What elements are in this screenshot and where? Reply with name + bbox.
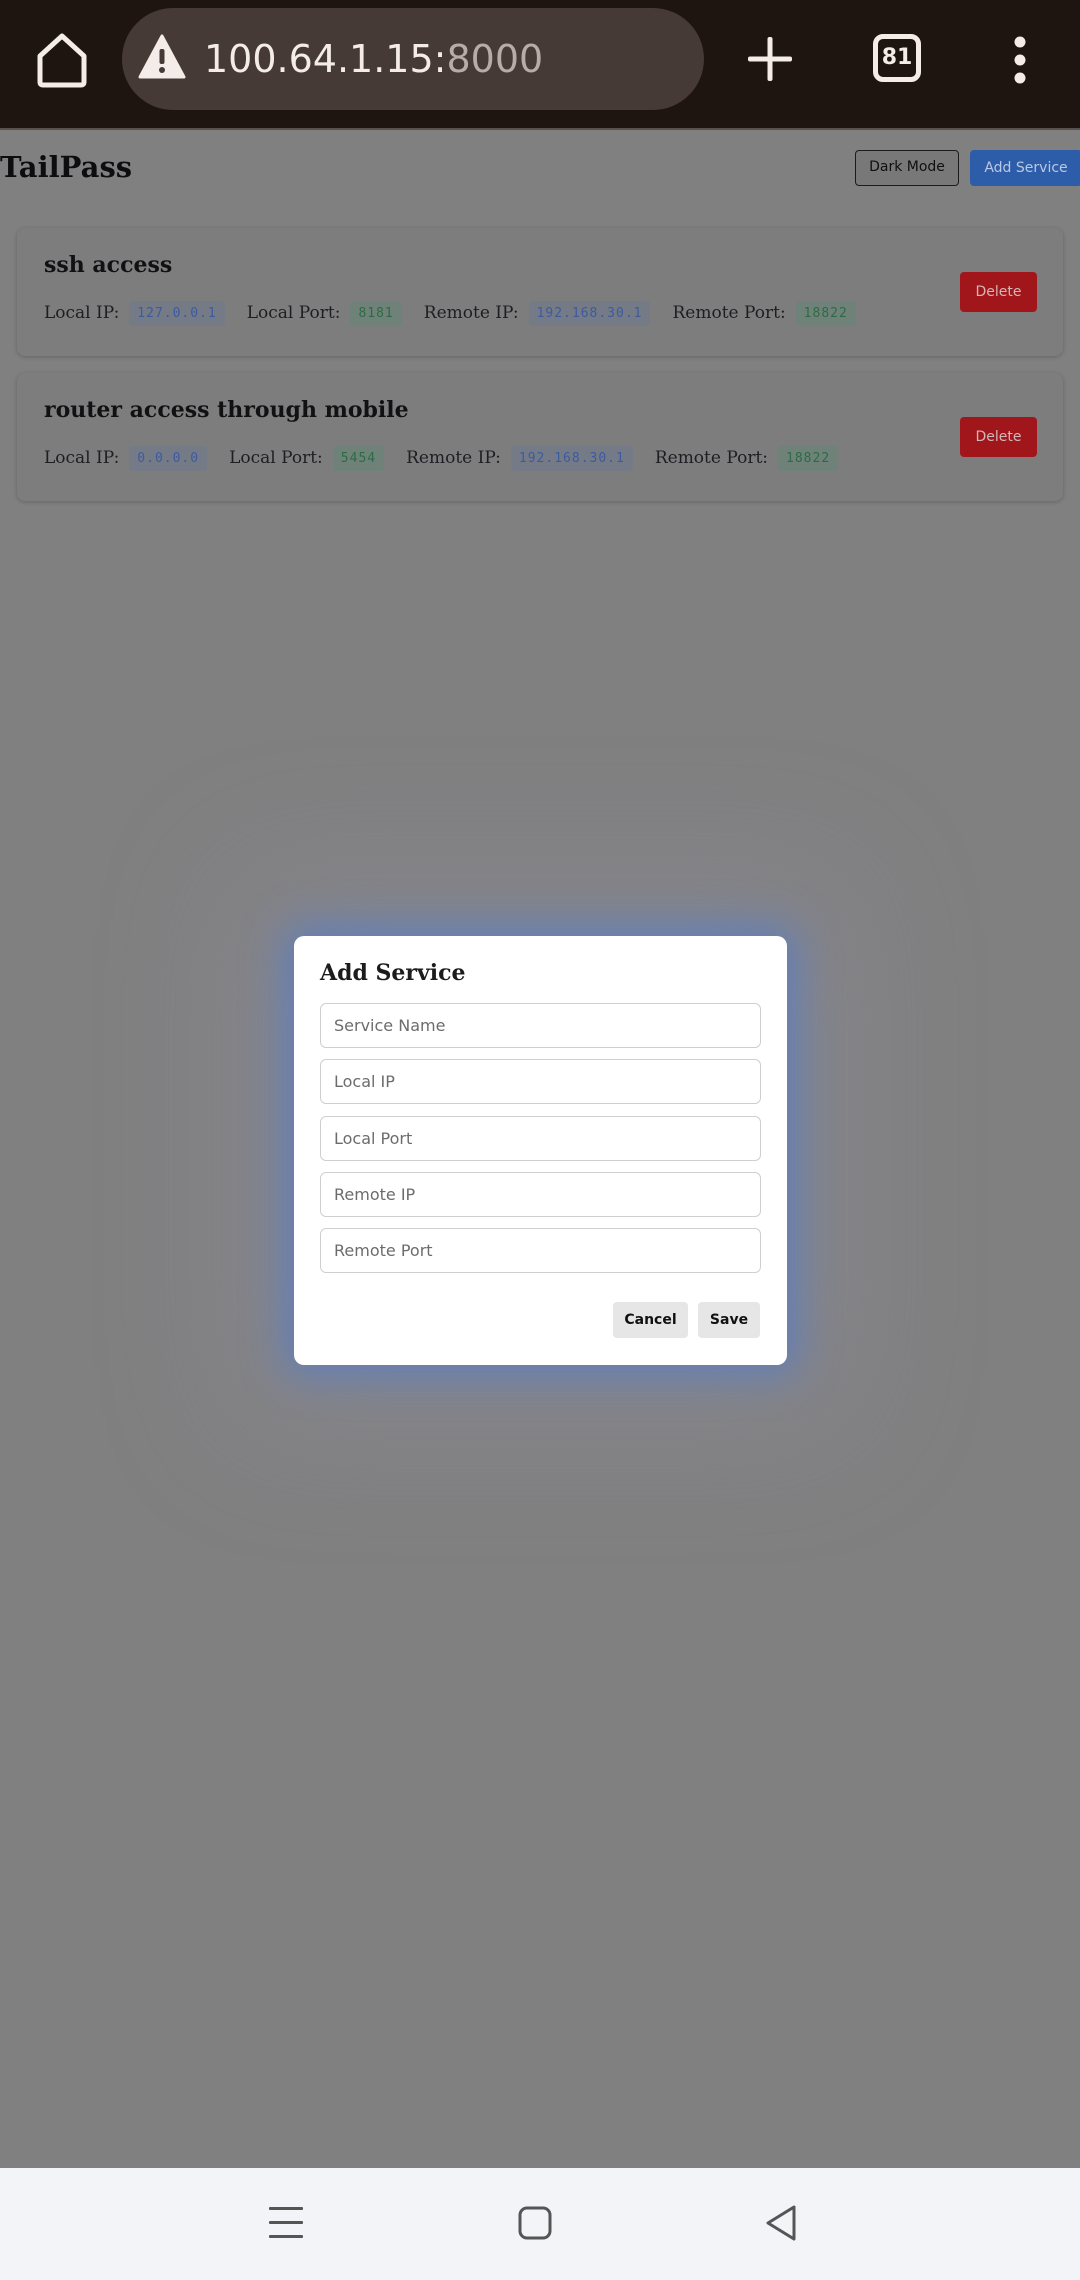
remote-ip-input[interactable] bbox=[320, 1172, 761, 1217]
local-ip-value: 127.0.0.1 bbox=[129, 300, 225, 326]
url-text: 100.64.1.15:8000 bbox=[204, 8, 543, 110]
service-fields: Local IP: 0.0.0.0 Local Port: 5454 Remot… bbox=[44, 443, 860, 473]
url-host: 100.64.1.15: bbox=[204, 37, 447, 81]
recents-icon[interactable] bbox=[268, 2204, 304, 2242]
remote-port-input[interactable] bbox=[320, 1228, 761, 1273]
service-name: ssh access bbox=[44, 252, 173, 278]
app-title: TailPass bbox=[0, 150, 133, 184]
service-fields: Local IP: 127.0.0.1 Local Port: 8181 Rem… bbox=[44, 298, 878, 328]
address-bar[interactable]: 100.64.1.15:8000 bbox=[122, 8, 704, 110]
local-ip-label: Local IP: bbox=[44, 448, 120, 468]
tabs-icon[interactable]: 81 bbox=[873, 34, 921, 82]
modal-title: Add Service bbox=[320, 960, 466, 986]
home-square-icon[interactable] bbox=[518, 2204, 552, 2242]
service-card: ssh access Local IP: 127.0.0.1 Local Por… bbox=[17, 228, 1063, 356]
browser-toolbar: 100.64.1.15:8000 81 bbox=[0, 0, 1080, 130]
remote-ip-value: 192.168.30.1 bbox=[510, 445, 633, 471]
remote-port-value: 18822 bbox=[795, 300, 856, 326]
local-ip-input[interactable] bbox=[320, 1059, 761, 1104]
add-service-modal: Add Service Cancel Save bbox=[294, 936, 787, 1365]
local-port-input[interactable] bbox=[320, 1116, 761, 1161]
url-port: 8000 bbox=[446, 37, 544, 81]
service-name-input[interactable] bbox=[320, 1003, 761, 1048]
dark-mode-button[interactable]: Dark Mode bbox=[855, 150, 959, 186]
service-name: router access through mobile bbox=[44, 397, 409, 423]
warning-icon bbox=[138, 34, 186, 79]
home-icon[interactable] bbox=[30, 28, 94, 92]
add-service-button[interactable]: Add Service bbox=[970, 150, 1080, 186]
remote-port-label: Remote Port: bbox=[672, 303, 786, 323]
local-ip-value: 0.0.0.0 bbox=[129, 445, 208, 471]
delete-button[interactable]: Delete bbox=[960, 417, 1037, 457]
remote-port-label: Remote Port: bbox=[654, 448, 769, 468]
local-port-label: Local Port: bbox=[229, 448, 323, 468]
remote-ip-value: 192.168.30.1 bbox=[528, 300, 651, 326]
local-ip-label: Local IP: bbox=[44, 303, 120, 323]
plus-icon[interactable] bbox=[744, 30, 796, 88]
cancel-button[interactable]: Cancel bbox=[613, 1302, 688, 1338]
back-icon[interactable] bbox=[764, 2204, 798, 2242]
remote-port-value: 18822 bbox=[778, 445, 839, 471]
more-vert-icon[interactable] bbox=[1005, 36, 1035, 84]
remote-ip-label: Remote IP: bbox=[406, 448, 501, 468]
remote-ip-label: Remote IP: bbox=[423, 303, 519, 323]
local-port-label: Local Port: bbox=[246, 303, 341, 323]
system-nav-bar bbox=[0, 2168, 1080, 2280]
local-port-value: 5454 bbox=[332, 445, 385, 471]
delete-button[interactable]: Delete bbox=[960, 272, 1037, 312]
service-card: router access through mobile Local IP: 0… bbox=[17, 373, 1063, 501]
local-port-value: 8181 bbox=[350, 300, 402, 326]
save-button[interactable]: Save bbox=[698, 1302, 760, 1338]
